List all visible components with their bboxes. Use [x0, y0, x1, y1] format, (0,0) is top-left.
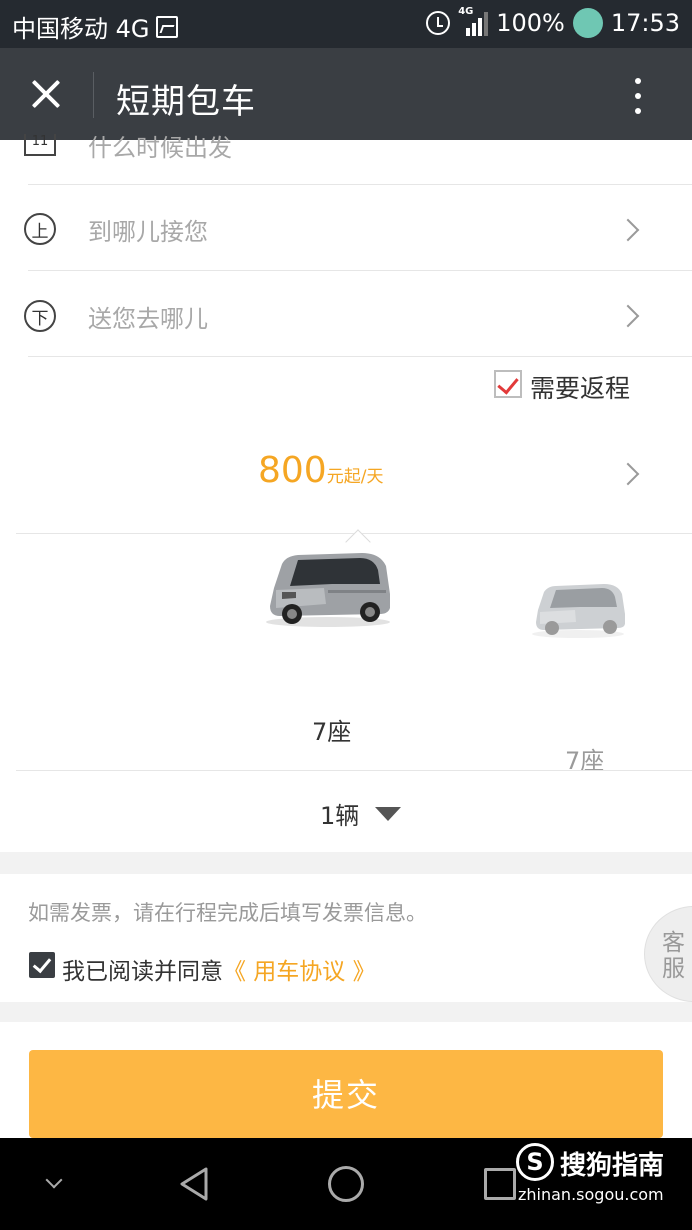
departure-time-field[interactable]: 什么时候出发 [88, 128, 232, 163]
agreement-link[interactable]: 《 用车协议 》 [223, 959, 376, 985]
invoice-note: 如需发票，请在行程完成后填写发票信息。 [28, 901, 427, 925]
row-divider [16, 770, 692, 771]
section-separator [0, 852, 692, 874]
title-divider [93, 72, 94, 118]
clock: 17:53 [610, 9, 680, 37]
signal-icon: 4G [458, 6, 489, 36]
pickup-location-field[interactable]: 到哪儿接您 [88, 212, 208, 247]
more-options-button[interactable] [624, 74, 652, 118]
calendar-icon: 11 [24, 134, 56, 156]
alarm-icon [426, 11, 451, 35]
carrier-label: 中国移动 4G [12, 15, 150, 43]
price-unit: 元起/天 [326, 467, 384, 487]
price-amount: 800 [258, 450, 327, 491]
chevron-right-icon[interactable] [616, 304, 640, 328]
battery-icon [572, 8, 603, 38]
van-small-icon[interactable] [530, 582, 628, 638]
customer-service-label[interactable]: 客服 [662, 930, 690, 982]
dropoff-icon: 下 [24, 300, 56, 332]
agreement-checkbox[interactable] [29, 952, 55, 978]
row-divider [28, 356, 692, 357]
home-icon[interactable] [328, 1166, 364, 1202]
close-button[interactable] [22, 70, 70, 118]
return-trip-checkbox[interactable] [494, 370, 522, 398]
dropoff-location-field[interactable]: 送您去哪儿 [88, 299, 208, 334]
chevron-right-icon[interactable] [616, 218, 640, 242]
row-divider [28, 270, 692, 271]
price-display[interactable]: 800元起/天 [258, 450, 383, 491]
app-screen: 中国移动 4G 4G 100% 17:53 短期包车 11 什么时候出发 上 到… [0, 0, 692, 1230]
sogou-logo-icon: S [516, 1143, 554, 1181]
section-separator [0, 1002, 692, 1022]
more-dot-icon [635, 93, 641, 99]
submit-button[interactable]: 提交 [29, 1050, 663, 1138]
vehicle-quantity-select[interactable]: 1辆 [320, 796, 359, 831]
row-divider [28, 184, 692, 185]
vehicle-seats-selected[interactable]: 7座 [312, 712, 351, 747]
return-trip-label[interactable]: 需要返程 [530, 369, 630, 405]
more-dot-icon [635, 108, 641, 114]
network-tag: 4G [458, 6, 474, 17]
status-left: 中国移动 4G [12, 9, 178, 44]
more-dot-icon [635, 78, 641, 84]
status-right: 4G 100% 17:53 [426, 6, 680, 38]
page-title: 短期包车 [116, 82, 256, 122]
back-icon[interactable] [178, 1166, 210, 1202]
watermark-url: zhinan.sogou.com [518, 1185, 664, 1204]
battery-percent: 100% [496, 9, 565, 37]
title-bar: 短期包车 [0, 48, 692, 140]
hide-nav-icon[interactable] [45, 1171, 63, 1189]
pickup-icon: 上 [24, 213, 56, 245]
watermark-name: 搜狗指南 [560, 1151, 665, 1181]
chevron-right-icon[interactable] [616, 462, 640, 486]
dropdown-arrow-icon[interactable] [375, 807, 401, 821]
image-notification-icon [155, 15, 178, 38]
status-bar: 中国移动 4G 4G 100% 17:53 [0, 0, 692, 48]
recent-apps-icon[interactable] [484, 1168, 516, 1200]
agreement-prefix: 我已阅读并同意 [62, 959, 223, 985]
agreement-text: 我已阅读并同意《 用车协议 》 [62, 952, 376, 986]
van-large-icon[interactable] [262, 550, 396, 628]
